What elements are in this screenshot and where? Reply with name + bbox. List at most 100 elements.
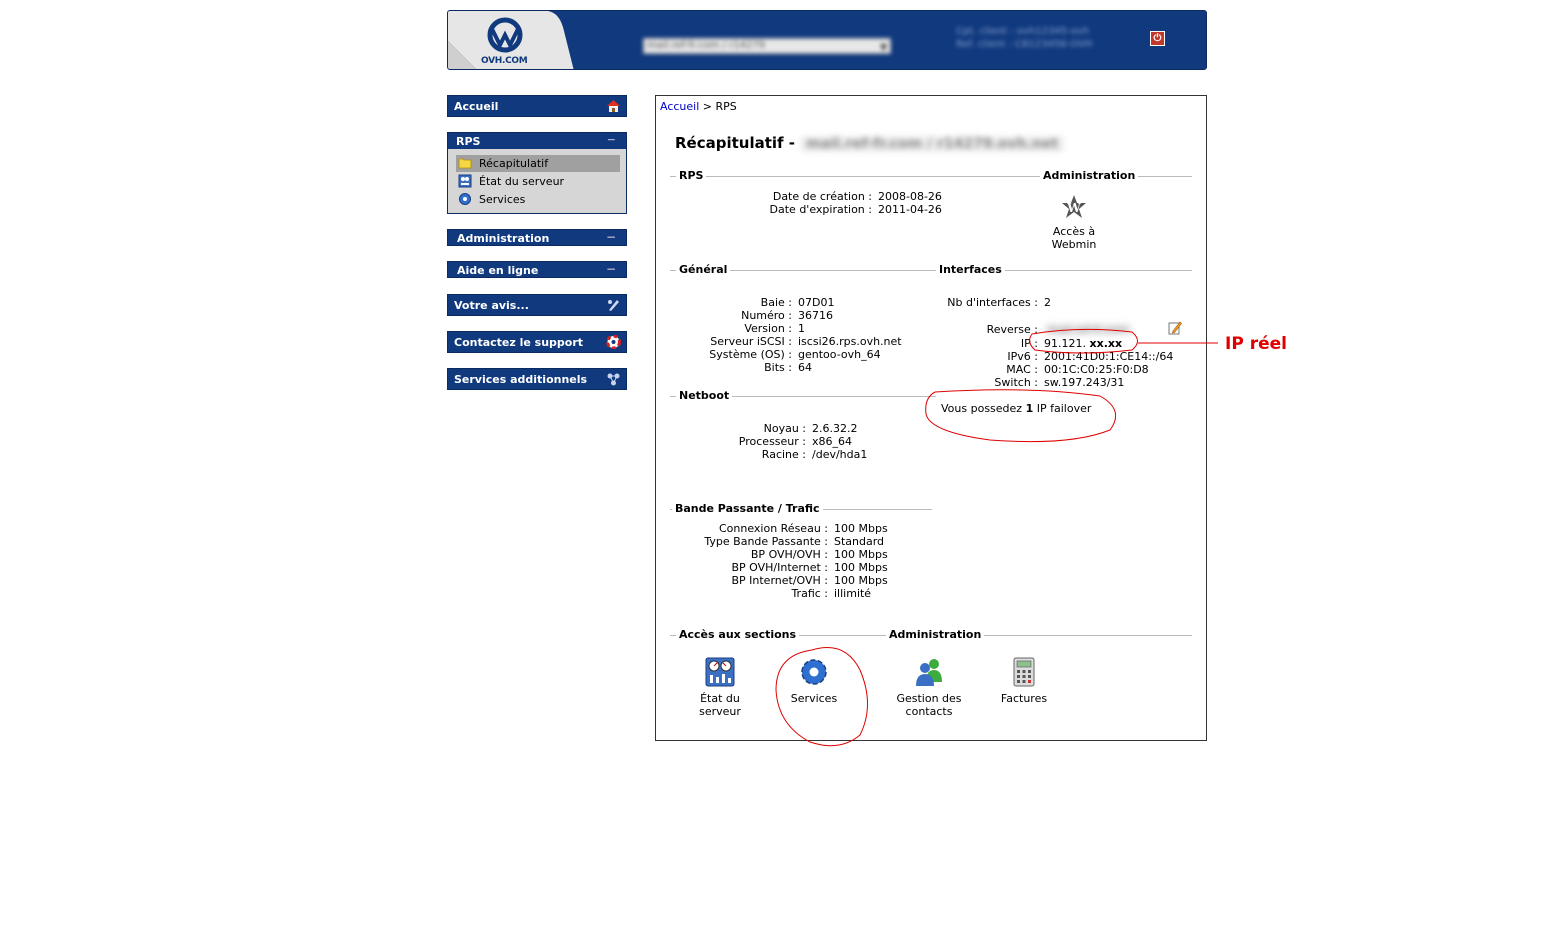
connexion-label: Connexion Réseau : [718, 522, 828, 535]
tile-gestion-contacts[interactable]: Gestion des contacts [890, 656, 968, 718]
netboot-section-title: Netboot [676, 389, 733, 402]
noyau-label: Noyau : [763, 422, 806, 435]
creation-date-label: Date de création : [772, 190, 872, 203]
tile-label-line2: contacts [905, 705, 953, 718]
client-info: Cpt. client : ovh12345-ovh Ref. client :… [956, 25, 1092, 51]
server-state-icon [458, 174, 472, 188]
ip-reel-annotation: IP réel [1225, 334, 1287, 354]
breadcrumb-accueil-link[interactable]: Accueil [660, 100, 699, 113]
sidebar-contact-label: Contactez le support [454, 336, 584, 349]
interfaces-count-value: 2 [1044, 296, 1051, 309]
logout-button[interactable]: ⏻ [1150, 31, 1165, 46]
general-section-title: Général [676, 263, 731, 276]
collapse-icon[interactable]: − [607, 133, 616, 146]
logo-text: OVH.COM [481, 56, 528, 66]
home-icon [606, 99, 621, 113]
bandwidth-info: Connexion Réseau : 100 Mbps Type Bande Pa… [676, 522, 888, 600]
racine-label: Racine : [761, 448, 806, 461]
sidebar-accueil[interactable]: Accueil [447, 95, 627, 117]
feedback-icon [606, 298, 621, 312]
bp-ovh-ovh-value: 100 Mbps [834, 548, 888, 561]
contacts-icon [916, 659, 942, 686]
sidebar-aide-label: Aide en ligne [457, 264, 539, 277]
switch-label: Switch : [994, 376, 1038, 389]
version-label: Version : [744, 322, 792, 335]
webmin-label-line2: Webmin [1051, 238, 1097, 251]
server-select[interactable]: mail.ref-fr.com / r14279 ▼ [643, 38, 891, 54]
tile-etat-serveur[interactable]: État du serveur [686, 656, 754, 718]
switch-value: sw.197.243/31 [1044, 376, 1125, 389]
expiration-date-value: 2011-04-26 [878, 203, 942, 216]
processeur-label: Processeur : [738, 435, 806, 448]
server-select-value: mail.ref-fr.com / r14279 [647, 40, 766, 51]
sidebar-administration-label: Administration [457, 232, 550, 245]
noyau-value: 2.6.32.2 [812, 422, 858, 435]
racine-value: /dev/hda1 [812, 448, 868, 461]
sidebar-votre-avis[interactable]: Votre avis... [447, 294, 627, 316]
connexion-value: 100 Mbps [834, 522, 888, 535]
lifebuoy-icon [606, 334, 621, 350]
server-state-icon [705, 657, 735, 687]
sidebar-item-label: Services [479, 193, 526, 206]
sidebar-administration[interactable]: Administration − [447, 229, 627, 246]
webmin-label-line1: Accès à [1052, 225, 1096, 238]
general-info: Baie : 07D01 Numéro : 36716 Version : 1 Ser… [676, 296, 901, 374]
bp-internet-ovh-value: 100 Mbps [834, 574, 888, 587]
sidebar-item-services[interactable]: Services [456, 191, 620, 208]
interfaces-count-label: Nb d'interfaces : [947, 296, 1038, 309]
interface-details: IP : 91.121. xx.xx IPv6 : 2001:41D0:1:CE14… [936, 337, 1173, 389]
calculator-icon [1013, 657, 1035, 687]
failover-count: 1 [1025, 402, 1034, 415]
interfaces-section-title: Interfaces [936, 263, 1005, 276]
ipv6-label: IPv6 : [1007, 350, 1038, 363]
tile-label-line1: Services [790, 692, 838, 705]
sidebar-item-label: État du serveur [479, 175, 565, 188]
tile-label-line1: Gestion des [896, 692, 962, 705]
failover-info[interactable]: Vous possedez 1 IP failover [941, 402, 1091, 415]
ovh-logo[interactable]: OVH.COM [448, 11, 578, 69]
reverse-row: Reverse : mail.ref-fr.com [936, 323, 1132, 336]
sidebar-item-recapitulatif[interactable]: Récapitulatif [456, 155, 620, 172]
folder-icon [458, 158, 472, 169]
type-bp-label: Type Bande Passante : [704, 535, 828, 548]
chevron-down-icon: ▼ [880, 43, 887, 53]
baie-label: Baie : [760, 296, 792, 309]
rps-section-rule [670, 176, 1046, 177]
sidebar-rps-panel: RPS − Récapitulatif État du serveur Serv… [447, 132, 627, 214]
svg-text:W: W [1066, 201, 1081, 215]
bp-internet-ovh-label: BP Internet/OVH : [731, 574, 828, 587]
edit-reverse-icon[interactable] [1168, 321, 1182, 335]
main-panel: Accueil > RPS Récapitulatif - mail.ref-f… [655, 95, 1207, 741]
tile-factures[interactable]: Factures [990, 656, 1058, 705]
ip-value: 91.121. [1044, 337, 1086, 350]
bandwidth-section-title: Bande Passante / Trafic [672, 502, 823, 515]
sidebar-avis-label: Votre avis... [454, 299, 529, 312]
reverse-value: mail.ref-fr.com [1044, 323, 1132, 336]
page-title-server-name: mail.ref-fr.com / r14279.ovh.net [800, 136, 1065, 152]
webmin-link[interactable]: W Accès à Webmin [1044, 193, 1104, 251]
reverse-label: Reverse : [986, 323, 1038, 336]
tile-label-line1: Factures [1000, 692, 1048, 705]
page-title-text: Récapitulatif - [675, 134, 796, 152]
tile-label-line1: État du [700, 692, 740, 705]
sidebar-item-etat-serveur[interactable]: État du serveur [456, 173, 620, 190]
type-bp-value: Standard [834, 535, 885, 548]
failover-text: Vous possedez [941, 402, 1023, 415]
sidebar-aide-en-ligne[interactable]: Aide en ligne − [447, 261, 627, 278]
sidebar-accueil-label: Accueil [454, 100, 499, 113]
interfaces-count: Nb d'interfaces : 2 [936, 296, 1051, 309]
sidebar-rps-header[interactable]: RPS − [448, 133, 626, 149]
os-value: gentoo-ovh_64 [798, 348, 881, 361]
tile-services[interactable]: Services [780, 656, 848, 705]
netboot-info: Noyau : 2.6.32.2 Processeur : x86_64 Racin… [676, 422, 868, 461]
page-title: Récapitulatif - mail.ref-fr.com / r14279… [675, 134, 1065, 152]
gear-icon [459, 193, 471, 205]
bits-value: 64 [798, 361, 812, 374]
trafic-label: Trafic : [791, 587, 828, 600]
collapse-icon[interactable]: − [606, 262, 616, 276]
sidebar-rps-title: RPS [456, 135, 481, 148]
sidebar-services-additionnels[interactable]: Services additionnels [447, 368, 627, 390]
sidebar-contact-support[interactable]: Contactez le support [447, 331, 627, 353]
collapse-icon[interactable]: − [606, 230, 616, 244]
power-icon: ⏻ [1153, 33, 1162, 44]
